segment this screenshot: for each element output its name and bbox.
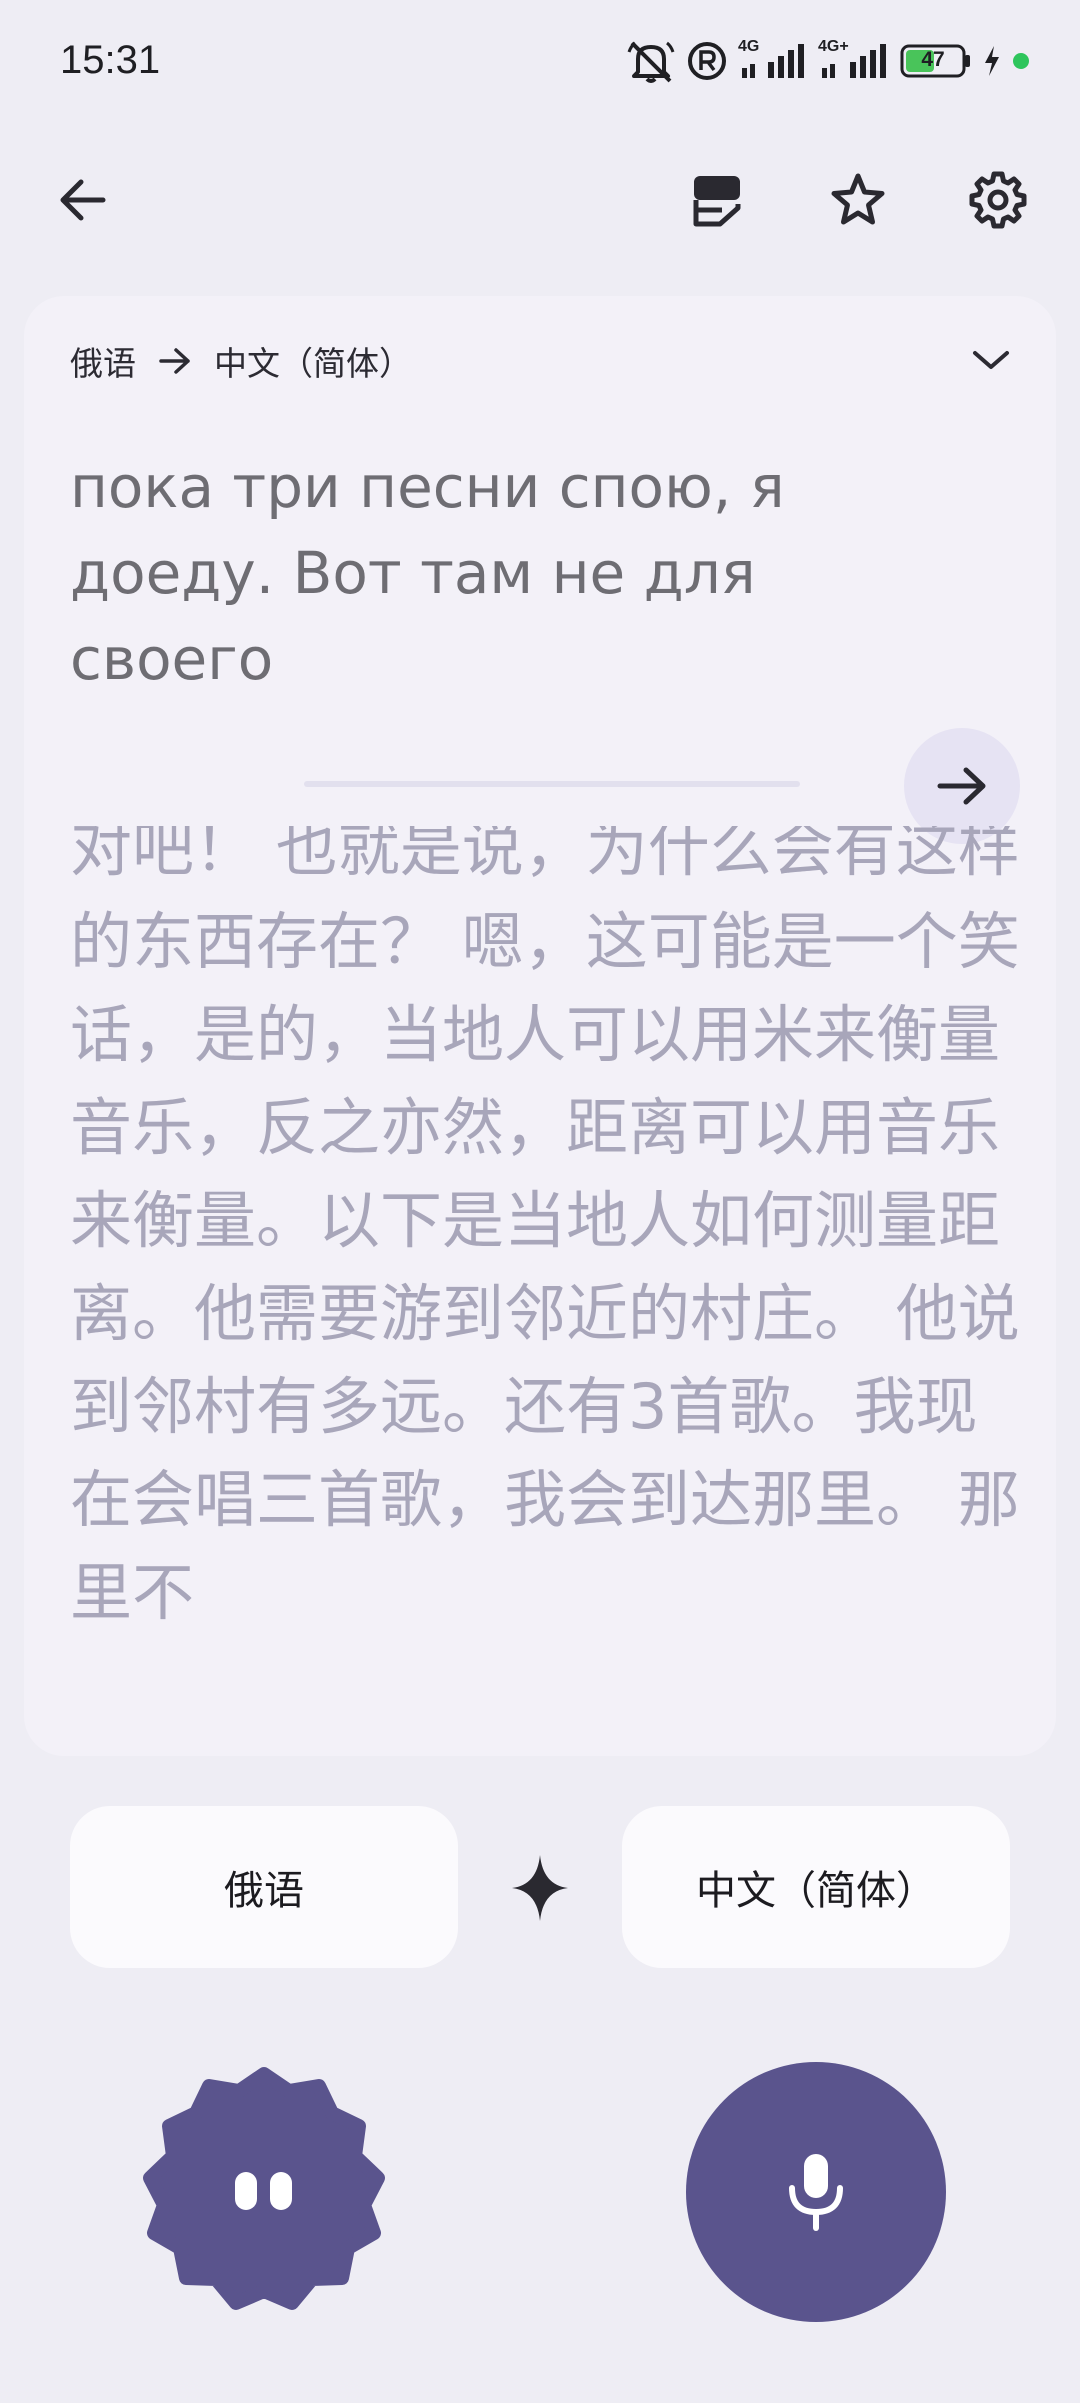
sparkle-icon [508,1852,572,1924]
left-language-label: 俄语 [224,1868,304,1914]
target-language-label: 中文（简体） [214,344,412,383]
star-icon [831,173,885,225]
right-language-label: 中文（简体） [696,1868,936,1914]
arrow-right-icon [159,348,190,374]
settings-button[interactable] [948,150,1048,250]
bell-muted-icon [627,41,675,83]
language-direction[interactable]: 俄语 中文（简体） [70,336,412,386]
status-bar: 15:31 4G 4G+ 47 [0,0,1080,125]
signal-bars-icon [822,44,886,78]
status-time: 15:31 [60,38,161,82]
microphone-icon [789,2154,843,2231]
conversation-icon [143,2067,385,2310]
right-language-button[interactable]: 中文（简体） [622,1806,1010,1968]
drag-handle[interactable] [304,781,800,787]
transcript-icon [693,176,741,227]
battery-level: 47 [921,48,945,71]
favorite-button[interactable] [808,150,908,250]
top-toolbar [0,150,1080,260]
transcript-button[interactable] [668,150,768,250]
charging-icon [985,46,999,76]
microphone-button[interactable] [686,2062,946,2322]
expand-button[interactable] [956,330,1026,390]
back-button[interactable] [32,150,132,250]
source-text[interactable]: пока три песни спою, я доеду. Вот там не… [70,444,930,702]
translation-text: 对吧！ 也就是说，为什么会有这样的东西存在？ 嗯，这可能是一个笑话，是的，当地人… [70,826,1020,1629]
chevron-down-icon [973,351,1009,369]
privacy-dot-icon [1013,53,1029,69]
translation-area[interactable]: 对吧！ 也就是说，为什么会有这样的东西存在？ 嗯，这可能是一个笑话，是的，当地人… [70,826,1040,1696]
arrow-back-icon [60,179,106,221]
translation-card: 俄语 中文（简体） пока три песни спою, я доеду. … [24,296,1056,1756]
signal-bars-icon [742,44,804,78]
battery: 47 [900,44,972,78]
conversation-mode-button[interactable] [138,2066,390,2318]
source-language-label: 俄语 [70,344,136,383]
signal-2: 4G+ [818,38,890,84]
arrow-forward-icon [937,767,986,805]
left-language-button[interactable]: 俄语 [70,1806,458,1968]
registered-icon [688,42,726,80]
status-icons: 4G 4G+ 47 [626,38,1030,84]
gear-icon [969,171,1027,229]
signal-1: 4G [738,38,808,84]
